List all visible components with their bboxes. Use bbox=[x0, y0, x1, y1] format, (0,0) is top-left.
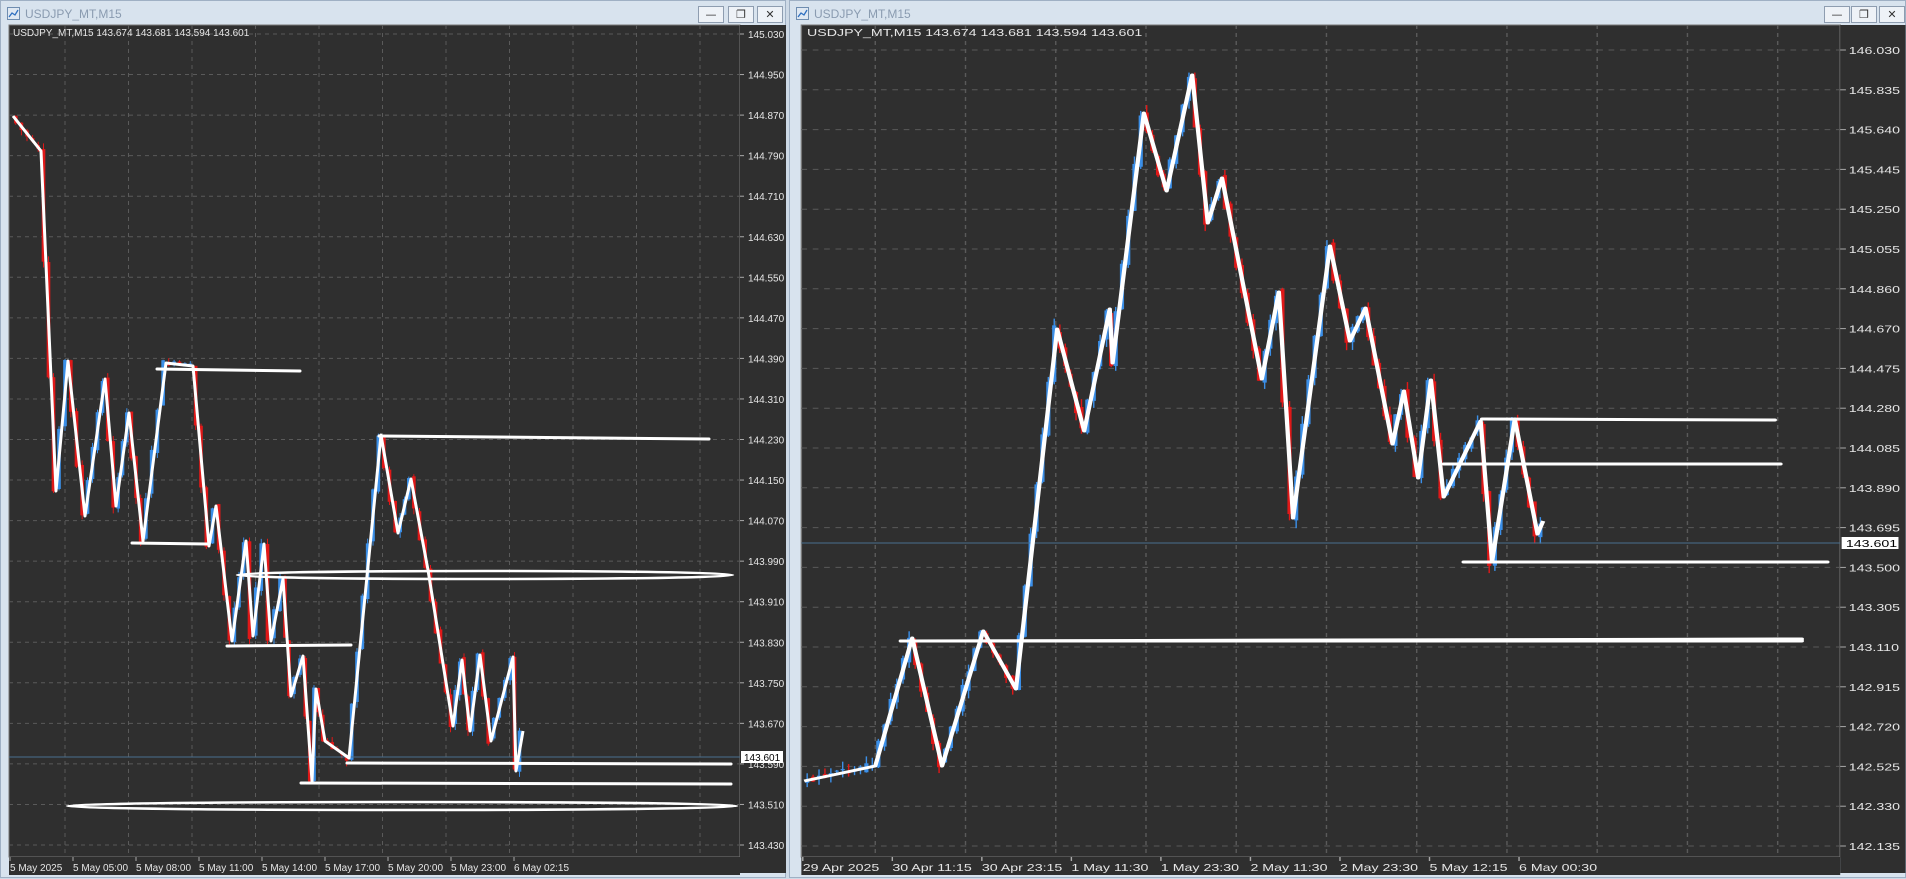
chart-window-left[interactable]: USDJPY_MT,M15 — ❐ ✕ 145.030 144.950 144.87… bbox=[0, 0, 786, 878]
price-tick-label: 144.070 bbox=[748, 517, 785, 528]
price-tick-label: 143.695 bbox=[1849, 523, 1900, 534]
price-tick-label: 144.630 bbox=[748, 233, 785, 244]
price-tick-label: 145.640 bbox=[1849, 125, 1900, 136]
drawn-level-line[interactable] bbox=[1479, 417, 1777, 422]
price-chart[interactable]: 146.030 145.835 145.640 145.445 145.250 145.0… bbox=[790, 1, 1906, 879]
drawn-level-line[interactable] bbox=[155, 367, 302, 373]
current-price-label: 143.601 bbox=[1846, 538, 1897, 549]
price-tick-label: 143.430 bbox=[748, 841, 785, 852]
time-tick-label: 29 Apr 2025 bbox=[803, 862, 880, 873]
chart-window-right[interactable]: USDJPY_MT,M15 — ❐ ✕ 146.030 145.835 145.64… bbox=[789, 0, 1906, 878]
plot-area[interactable] bbox=[8, 24, 741, 858]
price-tick-label: 144.390 bbox=[748, 354, 785, 365]
price-tick-label: 144.670 bbox=[1849, 324, 1900, 335]
price-tick-label: 144.950 bbox=[748, 71, 785, 82]
price-tick-label: 145.055 bbox=[1849, 244, 1900, 255]
time-tick-label: 5 May 20:00 bbox=[388, 863, 443, 874]
price-tick-label: 143.830 bbox=[748, 638, 785, 649]
price-tick-label: 143.305 bbox=[1849, 602, 1900, 613]
time-tick-label: 5 May 2025 bbox=[10, 863, 63, 874]
time-tick-label: 5 May 12:15 bbox=[1430, 862, 1508, 873]
price-tick-label: 143.110 bbox=[1849, 642, 1899, 653]
time-tick-label: 30 Apr 23:15 bbox=[982, 862, 1063, 873]
price-tick-label: 143.990 bbox=[748, 557, 785, 568]
price-tick-label: 142.525 bbox=[1849, 761, 1900, 772]
price-tick-label: 144.710 bbox=[748, 192, 785, 203]
time-tick-label: 5 May 05:00 bbox=[73, 863, 128, 874]
price-tick-label: 144.150 bbox=[748, 476, 785, 487]
price-tick-label: 144.790 bbox=[748, 152, 785, 163]
price-chart[interactable]: 145.030 144.950 144.870 144.790 144.710 144.6… bbox=[1, 1, 787, 879]
price-tick-label: 145.835 bbox=[1849, 85, 1900, 96]
price-tick-label: 143.500 bbox=[1849, 562, 1900, 573]
chart-info-label: USDJPY_MT,M15 143.674 143.681 143.594 14… bbox=[807, 27, 1142, 38]
candle bbox=[834, 770, 839, 772]
price-tick-label: 142.330 bbox=[1849, 801, 1900, 812]
price-tick-label: 144.550 bbox=[748, 273, 785, 284]
price-tick-label: 143.910 bbox=[748, 598, 785, 609]
time-tick-label: 30 Apr 11:15 bbox=[892, 862, 972, 873]
price-tick-label: 143.890 bbox=[1849, 483, 1900, 494]
price-tick-label: 144.870 bbox=[748, 111, 785, 122]
drawn-level-line[interactable] bbox=[225, 643, 353, 648]
price-tick-label: 144.475 bbox=[1849, 363, 1900, 374]
time-tick-label: 1 May 23:30 bbox=[1161, 862, 1239, 873]
price-tick-label: 144.230 bbox=[748, 436, 785, 447]
price-tick-label: 146.030 bbox=[1849, 45, 1900, 56]
time-tick-label: 6 May 02:15 bbox=[514, 863, 569, 874]
price-tick-label: 145.030 bbox=[748, 30, 785, 41]
price-tick-label: 144.085 bbox=[1849, 443, 1900, 454]
time-tick-label: 5 May 23:00 bbox=[451, 863, 506, 874]
time-tick-label: 5 May 08:00 bbox=[136, 863, 191, 874]
time-tick-label: 5 May 14:00 bbox=[262, 863, 317, 874]
time-tick-label: 5 May 11:00 bbox=[199, 863, 254, 874]
price-tick-label: 144.470 bbox=[748, 314, 785, 325]
price-tick-label: 144.280 bbox=[1849, 403, 1900, 414]
time-tick-label: 1 May 11:30 bbox=[1071, 862, 1148, 873]
time-tick-label: 2 May 23:30 bbox=[1340, 862, 1418, 873]
price-tick-label: 145.250 bbox=[1849, 204, 1900, 215]
drawn-level-line[interactable] bbox=[345, 761, 733, 766]
price-tick-label: 143.750 bbox=[748, 679, 785, 690]
time-tick-label: 2 May 11:30 bbox=[1250, 862, 1327, 873]
candle bbox=[840, 768, 845, 771]
price-tick-label: 145.445 bbox=[1849, 164, 1900, 175]
time-tick-label: 5 May 17:00 bbox=[325, 863, 380, 874]
price-tick-label: 142.720 bbox=[1849, 722, 1900, 733]
price-tick-label: 144.860 bbox=[1849, 284, 1900, 295]
drawn-level-line[interactable] bbox=[130, 541, 209, 546]
price-tick-label: 143.670 bbox=[748, 719, 785, 730]
price-tick-label: 142.135 bbox=[1849, 841, 1900, 852]
time-tick-label: 6 May 00:30 bbox=[1519, 862, 1597, 873]
current-price-label: 143.601 bbox=[744, 753, 781, 764]
price-tick-label: 143.510 bbox=[748, 800, 785, 811]
price-tick-label: 144.310 bbox=[748, 395, 785, 406]
drawn-level-line[interactable] bbox=[299, 781, 733, 786]
price-tick-label: 142.915 bbox=[1849, 682, 1900, 693]
chart-info-label: USDJPY_MT,M15 143.674 143.681 143.594 14… bbox=[13, 28, 250, 39]
